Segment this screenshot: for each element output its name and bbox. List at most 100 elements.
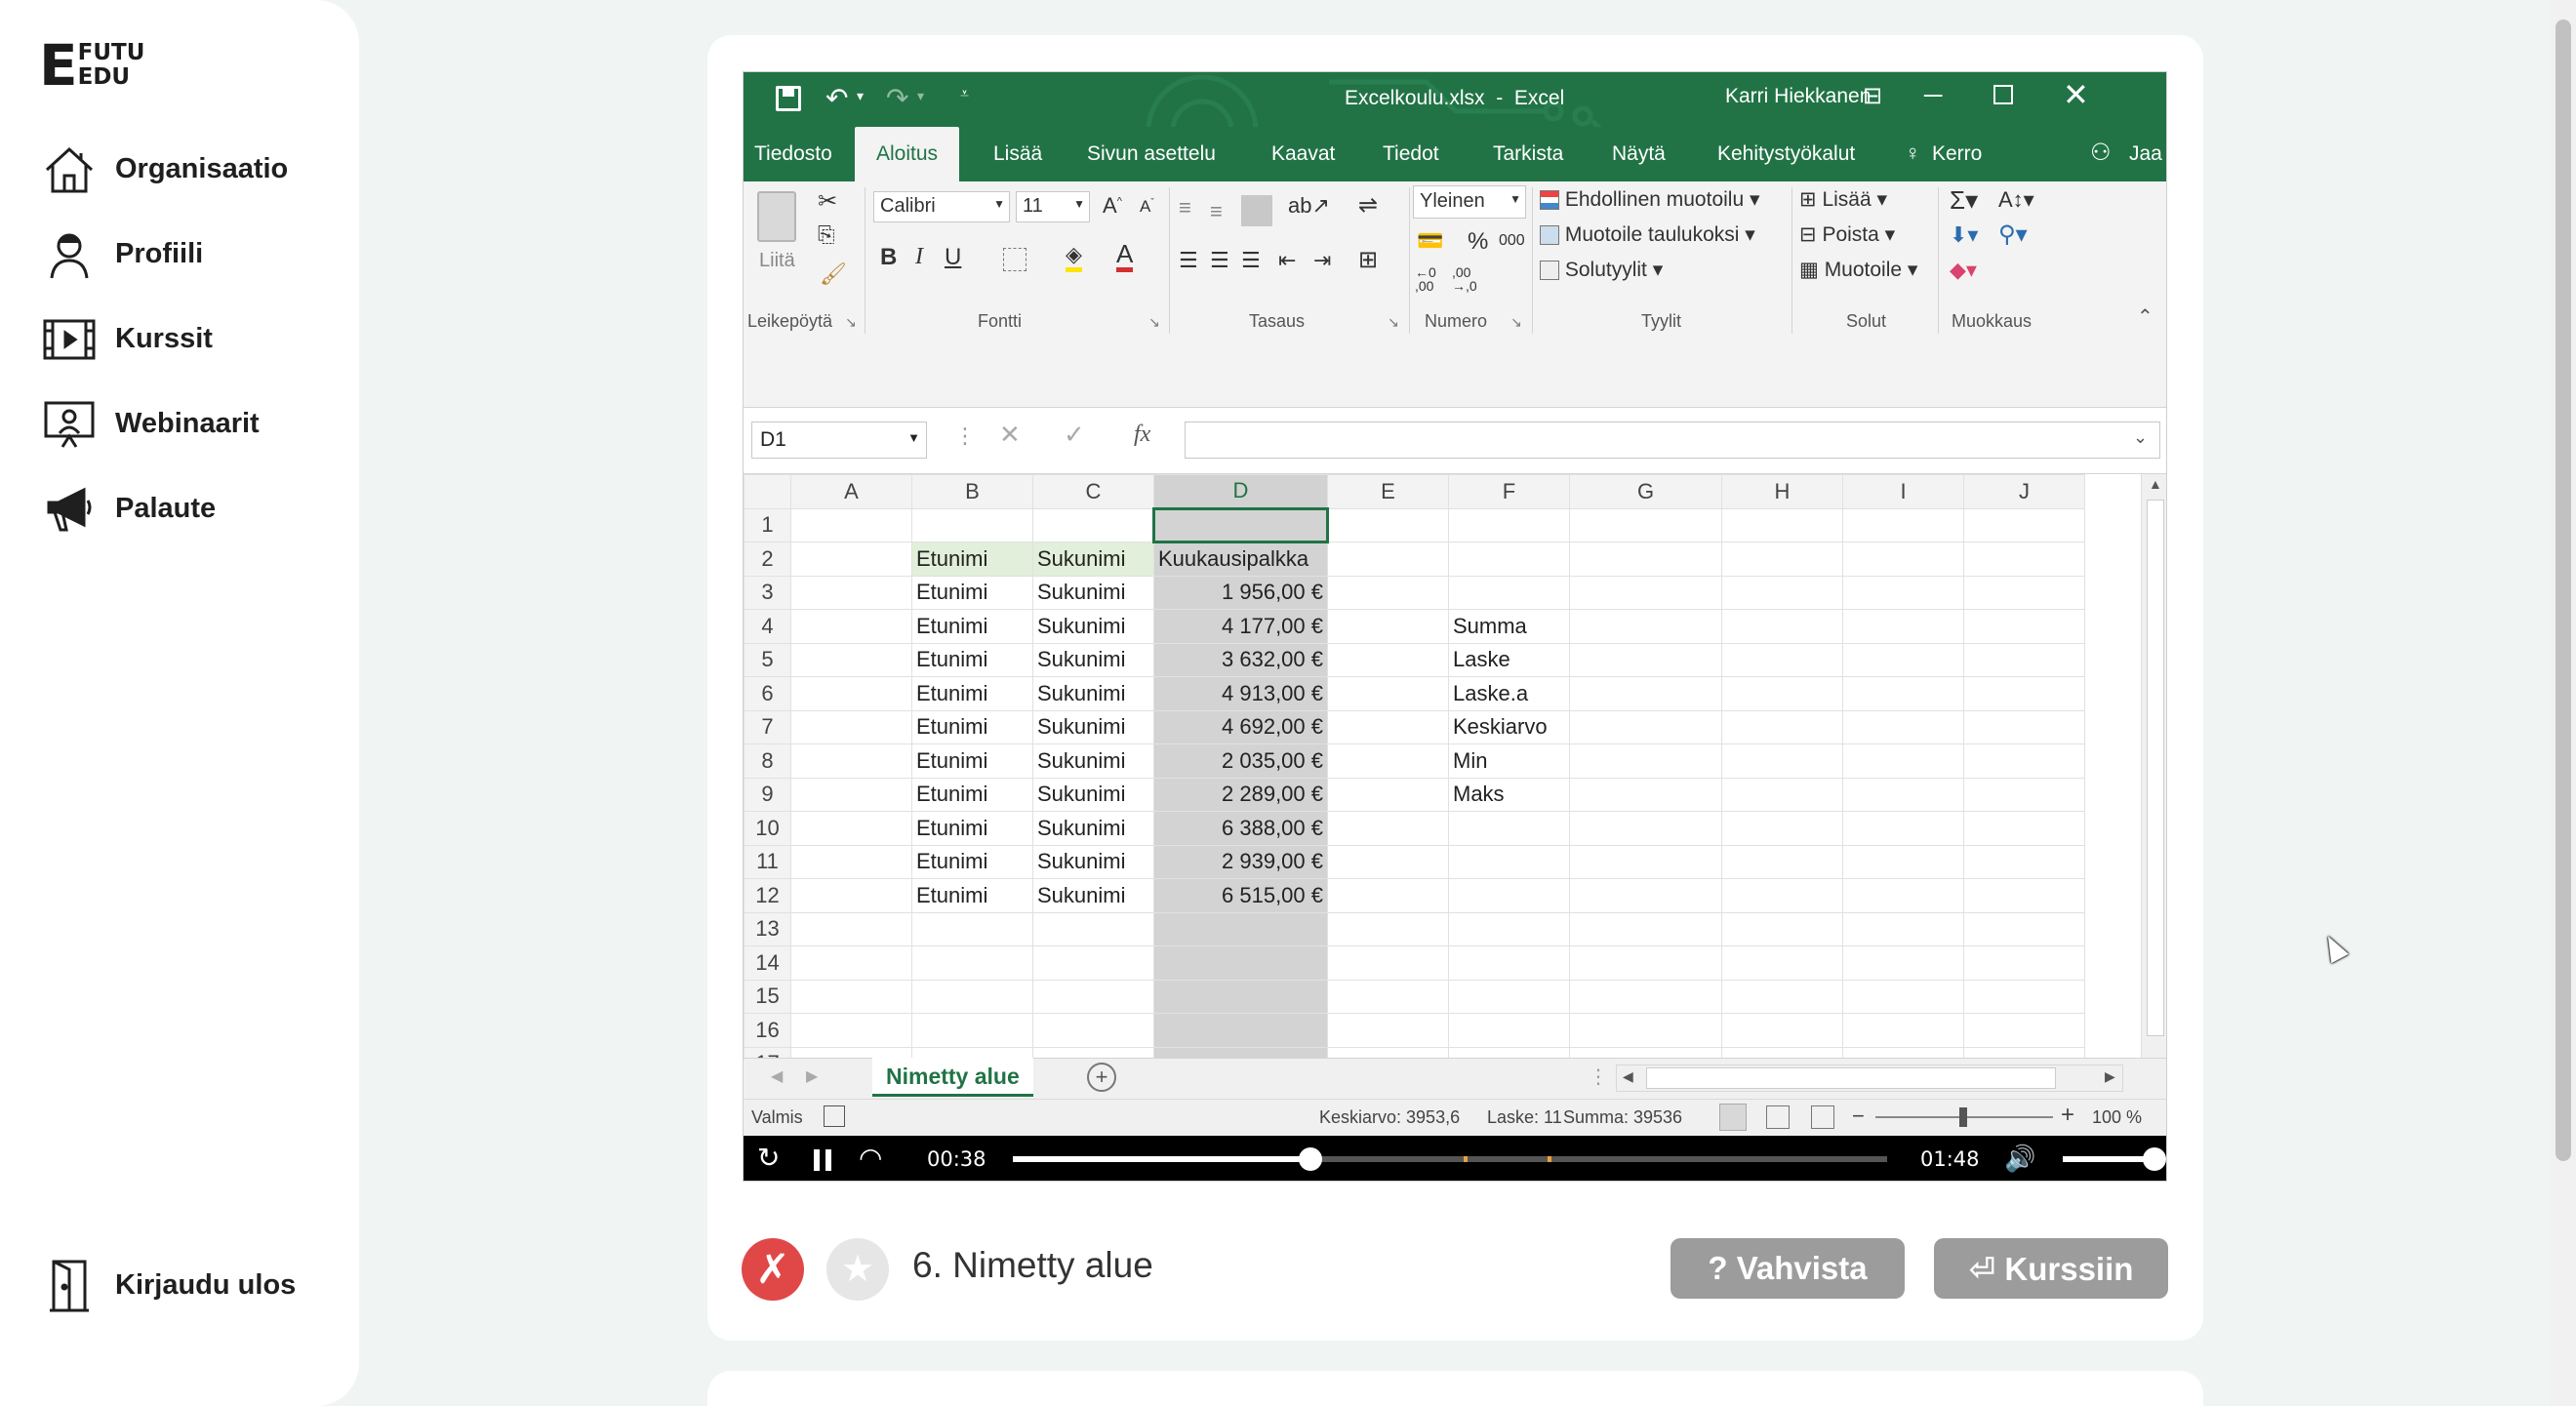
cell-i[interactable] — [1842, 542, 1964, 577]
cell-d[interactable] — [1153, 979, 1328, 1014]
cell-h[interactable] — [1721, 609, 1843, 644]
cell-a[interactable] — [790, 911, 912, 946]
row-header[interactable]: 8 — [744, 743, 791, 779]
cell-j[interactable] — [1963, 911, 2085, 946]
cell-i[interactable] — [1842, 945, 1964, 981]
decrease-indent-icon[interactable]: ⇤ — [1278, 248, 1296, 273]
cell-e[interactable] — [1327, 811, 1449, 846]
cell-e[interactable] — [1327, 642, 1449, 677]
underline-button[interactable]: U — [945, 244, 961, 271]
cut-icon[interactable]: ✂ — [818, 187, 837, 216]
cell-g[interactable] — [1569, 575, 1722, 610]
cell-g[interactable] — [1569, 709, 1722, 744]
cell-d[interactable]: 2 939,00 € — [1153, 844, 1328, 879]
row-header[interactable]: 1 — [744, 507, 791, 542]
cell-g[interactable] — [1569, 507, 1722, 542]
playback-speed-icon[interactable]: ◠ — [859, 1142, 882, 1174]
bold-button[interactable]: B — [880, 244, 897, 271]
row-header[interactable]: 14 — [744, 945, 791, 981]
shrink-font-icon[interactable]: Aˇ — [1140, 197, 1154, 217]
cell-f[interactable]: Keskiarvo — [1448, 709, 1570, 744]
cell-h[interactable] — [1721, 743, 1843, 779]
cell-d[interactable] — [1153, 911, 1328, 946]
cell-c[interactable]: Sukunimi — [1032, 844, 1154, 879]
cell-d[interactable]: 4 177,00 € — [1153, 609, 1328, 644]
cell-d[interactable]: Kuukausipalkka — [1153, 542, 1328, 577]
copy-icon[interactable]: ⎘ — [818, 222, 835, 248]
cell-a[interactable] — [790, 811, 912, 846]
cell-f[interactable]: Maks — [1448, 777, 1570, 812]
cell-a[interactable] — [790, 777, 912, 812]
italic-button[interactable]: I — [915, 244, 923, 270]
cell-a[interactable] — [790, 575, 912, 610]
cell-j[interactable] — [1963, 811, 2085, 846]
cell-i[interactable] — [1842, 911, 1964, 946]
cell-b[interactable]: Etunimi — [911, 777, 1033, 812]
tab-kaavat[interactable]: Kaavat — [1271, 127, 1335, 181]
dialog-launcher-icon[interactable]: ↘ — [1388, 314, 1399, 331]
sheet-vertical-scrollbar[interactable]: ▲ ▼ — [2141, 474, 2166, 1130]
cell-b[interactable] — [911, 507, 1033, 542]
cell-e[interactable] — [1327, 911, 1449, 946]
cell-g[interactable] — [1569, 676, 1722, 711]
cell-c[interactable] — [1032, 1013, 1154, 1048]
cell-h[interactable] — [1721, 709, 1843, 744]
cell-e[interactable] — [1327, 542, 1449, 577]
cell-j[interactable] — [1963, 642, 2085, 677]
cell-g[interactable] — [1569, 1013, 1722, 1048]
cell-h[interactable] — [1721, 676, 1843, 711]
cell-f[interactable]: Summa — [1448, 609, 1570, 644]
cell-g[interactable] — [1569, 911, 1722, 946]
cell-a[interactable] — [790, 609, 912, 644]
column-header[interactable]: G — [1569, 474, 1722, 509]
cell-i[interactable] — [1842, 979, 1964, 1014]
cell-g[interactable] — [1569, 642, 1722, 677]
cell-g[interactable] — [1569, 542, 1722, 577]
dialog-launcher-icon[interactable]: ↘ — [845, 314, 857, 331]
cell-f[interactable] — [1448, 945, 1570, 981]
cell-g[interactable] — [1569, 878, 1722, 913]
cell-f[interactable]: Min — [1448, 743, 1570, 779]
cell-c[interactable] — [1032, 945, 1154, 981]
cell-e[interactable] — [1327, 844, 1449, 879]
dialog-launcher-icon[interactable]: ↘ — [1148, 314, 1160, 331]
cell-i[interactable] — [1842, 878, 1964, 913]
cell-e[interactable] — [1327, 676, 1449, 711]
cell-c[interactable]: Sukunimi — [1032, 743, 1154, 779]
align-bottom-icon[interactable] — [1241, 195, 1272, 226]
cell-b[interactable] — [911, 911, 1033, 946]
grow-font-icon[interactable]: A^ — [1103, 193, 1122, 219]
cell-b[interactable]: Etunimi — [911, 676, 1033, 711]
cell-j[interactable] — [1963, 743, 2085, 779]
cell-c[interactable]: Sukunimi — [1032, 575, 1154, 610]
nav-item-kurssit[interactable]: Kurssit — [43, 297, 288, 382]
wrap-text-icon[interactable]: ⇌ — [1358, 191, 1378, 220]
row-header[interactable]: 3 — [744, 575, 791, 610]
scroll-up-icon[interactable]: ▲ — [2149, 476, 2162, 492]
cell-i[interactable] — [1842, 642, 1964, 677]
sort-filter-icon[interactable]: A↕▾ — [1998, 187, 2034, 213]
back-to-course-button[interactable]: ⏎ Kurssiin — [1934, 1238, 2168, 1299]
cell-e[interactable] — [1327, 777, 1449, 812]
expand-formula-icon[interactable]: ⌄ — [2133, 427, 2148, 448]
cell-d[interactable]: 2 035,00 € — [1153, 743, 1328, 779]
clear-icon[interactable]: ◆▾ — [1950, 258, 1977, 283]
enter-formula-icon[interactable]: ✓ — [1064, 420, 1085, 450]
cell-f[interactable] — [1448, 542, 1570, 577]
cell-i[interactable] — [1842, 1013, 1964, 1048]
cell-g[interactable] — [1569, 844, 1722, 879]
tab-lisaa[interactable]: Lisää — [993, 127, 1042, 181]
redo-icon[interactable]: ↷ — [886, 82, 908, 114]
dialog-launcher-icon[interactable]: ↘ — [1510, 314, 1522, 331]
number-format-select[interactable]: Yleinen ▼ — [1413, 185, 1526, 219]
collapse-ribbon-icon[interactable]: ⌃ — [2137, 304, 2153, 329]
cell-j[interactable] — [1963, 709, 2085, 744]
cell-e[interactable] — [1327, 878, 1449, 913]
row-header[interactable]: 13 — [744, 911, 791, 946]
row-header[interactable]: 7 — [744, 709, 791, 744]
cell-i[interactable] — [1842, 609, 1964, 644]
cell-b[interactable]: Etunimi — [911, 542, 1033, 577]
percent-button[interactable]: % — [1468, 228, 1488, 256]
cell-f[interactable]: Laske — [1448, 642, 1570, 677]
cell-e[interactable] — [1327, 507, 1449, 542]
